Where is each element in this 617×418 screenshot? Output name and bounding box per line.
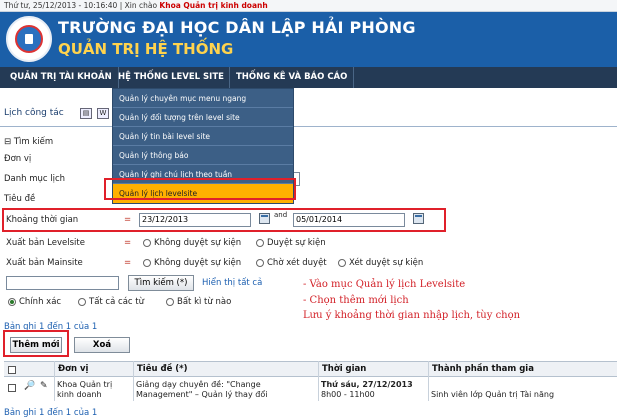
dd-site-objects[interactable]: Quản lý đối tượng trên level site	[113, 108, 293, 127]
keyword-input[interactable]	[6, 276, 119, 290]
row-unit-line1: Khoa Quản trị	[57, 380, 113, 389]
col-don-vi[interactable]: Đơn vị	[58, 362, 88, 378]
col-thoi-gian[interactable]: Thời gian	[322, 362, 366, 378]
edit-icon[interactable]: ✎	[40, 381, 48, 391]
print-icon[interactable]: ▤	[80, 108, 92, 119]
search-button[interactable]: Tìm kiếm (*)	[128, 275, 194, 291]
title-divider	[0, 126, 617, 127]
select-all-checkbox[interactable]	[8, 366, 16, 374]
label-danh-muc: Danh mục lịch	[4, 174, 66, 184]
delete-button[interactable]: Xoá	[74, 337, 130, 353]
page-title: Lịch công tác	[4, 108, 64, 118]
date-greeting: Thứ tư, 25/12/2013 - 10:16:40 | Xin chào	[4, 1, 160, 10]
menu-level-site[interactable]: HỆ THỐNG LEVEL SITE	[112, 67, 230, 88]
annotation-note-1: - Vào mục Quản lý lịch Levelsite	[303, 279, 466, 290]
site-subtitle: QUẢN TRỊ HỆ THỐNG	[58, 40, 234, 58]
main-menu: QUẢN TRỊ TÀI KHOẢN HỆ THỐNG LEVEL SITE T…	[0, 67, 617, 88]
radio-level-khong-duyet[interactable]	[143, 239, 151, 247]
word-export-icon[interactable]: W	[97, 108, 109, 119]
row-time-range: 8h00 - 11h00	[321, 390, 375, 399]
label-tieu-de: Tiêu đề	[4, 194, 36, 204]
radio-main-cho-xet[interactable]	[256, 259, 264, 267]
site-header: TRƯỜNG ĐẠI HỌC DÂN LẬP HẢI PHÒNG QUẢN TR…	[0, 12, 617, 67]
radio-level-duyet[interactable]	[256, 239, 264, 247]
row-title-line1[interactable]: Giảng dạy chuyên đề: "Change	[136, 380, 261, 389]
opt-xet-duyet-label: Xét duyệt sự kiện	[349, 258, 424, 268]
opt-khong-duyet-label: Không duyệt sự kiện	[154, 238, 242, 248]
site-title: TRƯỜNG ĐẠI HỌC DÂN LẬP HẢI PHÒNG	[58, 18, 416, 37]
row-time-day: Thứ sáu, 27/12/2013	[321, 380, 413, 389]
label-don-vi: Đơn vị	[4, 154, 32, 164]
record-count-bottom: Bản ghi 1 đến 1 của 1	[4, 408, 98, 418]
row-unit-line2: kinh doanh	[57, 390, 102, 399]
university-logo	[6, 16, 52, 62]
search-toggle[interactable]: ⊟ Tìm kiếm	[4, 137, 53, 147]
view-icon[interactable]: 🔎	[24, 381, 35, 391]
page-title-row: Lịch công tác	[4, 108, 64, 124]
col-divider	[318, 361, 319, 401]
label-xb-levelsite: Xuất bản Levelsite	[6, 238, 85, 248]
radio-match-exact[interactable]	[8, 298, 16, 306]
row-checkbox[interactable]	[8, 384, 16, 392]
col-tieu-de[interactable]: Tiêu đề (*)	[137, 362, 188, 378]
eq-sign: =	[124, 238, 132, 248]
col-divider	[133, 361, 134, 401]
radio-main-xet-duyet[interactable]	[338, 259, 346, 267]
dd-notices[interactable]: Quản lý thông báo	[113, 146, 293, 165]
opt-duyet-label: Duyệt sự kiện	[267, 238, 326, 248]
radio-match-all[interactable]	[78, 298, 86, 306]
col-divider	[428, 361, 429, 401]
annotation-note-2: - Chọn thêm mới lịch	[303, 295, 409, 306]
label-xb-mainsite: Xuất bản Mainsite	[6, 258, 83, 268]
annotation-add-box	[3, 330, 69, 357]
menu-reports[interactable]: THỐNG KÊ VÀ BÁO CÁO	[230, 67, 355, 88]
dd-menu-categories[interactable]: Quản lý chuyên mục menu ngang	[113, 89, 293, 108]
annotation-note-3: Lưu ý khoảng thời gian nhập lịch, tùy ch…	[303, 310, 521, 321]
row-title-line2[interactable]: Management" – Quản lý thay đổi	[136, 390, 267, 399]
menu-account-admin[interactable]: QUẢN TRỊ TÀI KHOẢN	[4, 67, 119, 88]
match-any-label: Bất kì từ nào	[177, 297, 232, 307]
annotation-date-box	[2, 208, 446, 232]
dd-news-posts[interactable]: Quản lý tin bài level site	[113, 127, 293, 146]
match-exact-label: Chính xác	[19, 297, 62, 307]
table-header: Đơn vị Tiêu đề (*) Thời gian Thành phần …	[4, 361, 617, 377]
radio-match-any[interactable]	[166, 298, 174, 306]
radio-main-khong-duyet[interactable]	[143, 259, 151, 267]
row-participants: Sinh viên lớp Quản trị Tài năng	[431, 390, 555, 399]
show-all-link[interactable]: Hiển thị tất cả	[202, 278, 262, 288]
top-status-bar: Thứ tư, 25/12/2013 - 10:16:40 | Xin chào…	[0, 0, 617, 12]
annotation-menu-box	[104, 178, 296, 200]
match-all-label: Tất cả các từ	[89, 297, 144, 307]
logo-emblem-icon	[15, 25, 43, 53]
opt-cho-xet-label: Chờ xét duyệt	[267, 258, 327, 268]
user-name[interactable]: Khoa Quản trị kinh doanh	[159, 1, 267, 10]
eq-sign: =	[124, 258, 132, 268]
col-thanh-phan[interactable]: Thành phần tham gia	[432, 362, 534, 378]
col-divider	[54, 361, 55, 401]
opt-khong-duyet-label: Không duyệt sự kiện	[154, 258, 242, 268]
